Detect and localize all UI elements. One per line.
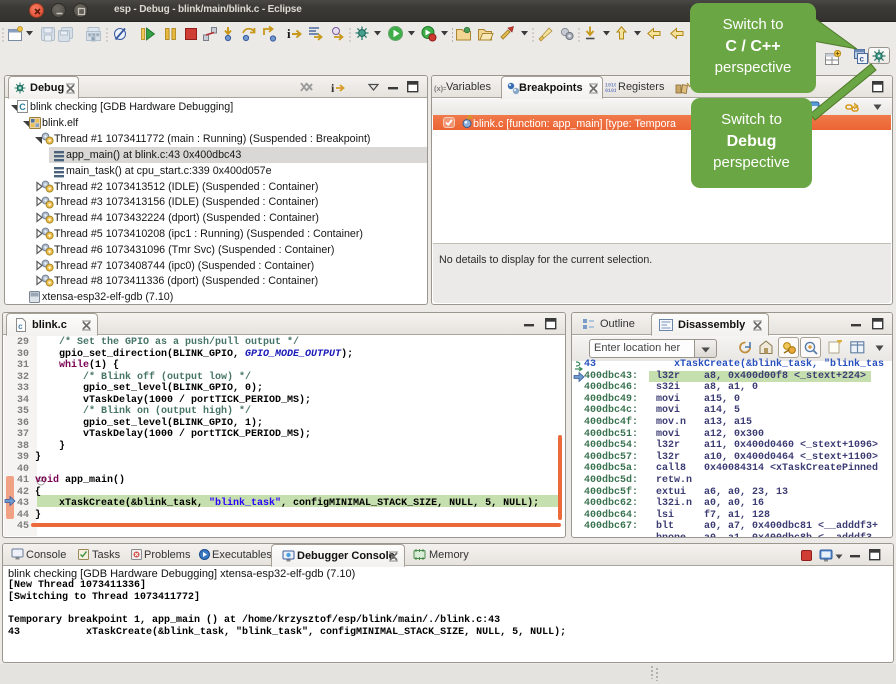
svg-text:0101: 0101: [605, 88, 616, 94]
svg-text:(x)=: (x)=: [434, 84, 446, 93]
svg-text:i: i: [331, 81, 335, 95]
svg-text:c: c: [18, 323, 23, 332]
svg-text:C: C: [19, 102, 26, 112]
svg-text:i: i: [287, 26, 291, 41]
